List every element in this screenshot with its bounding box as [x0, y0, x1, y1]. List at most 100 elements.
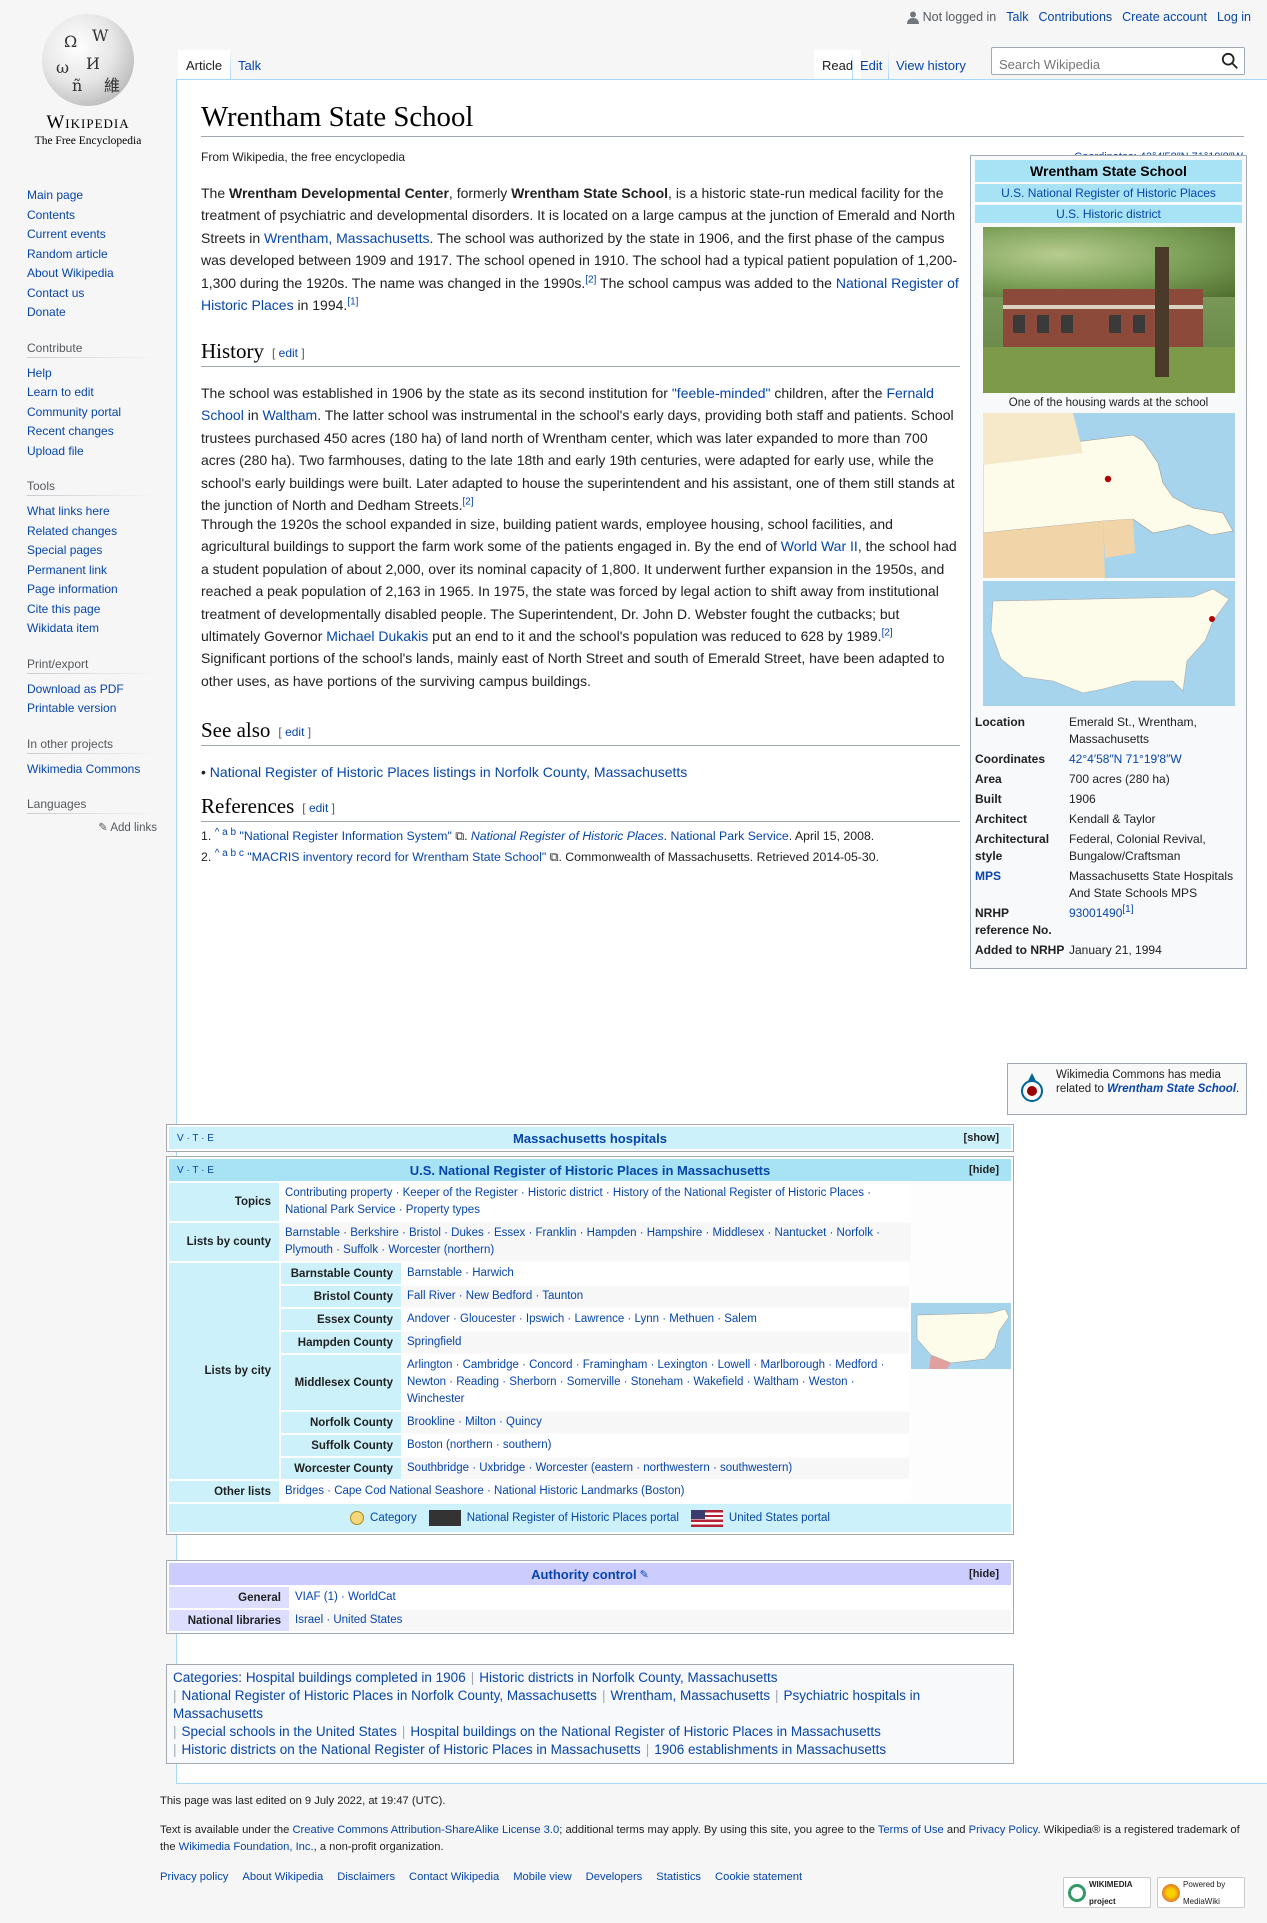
- tab-talk[interactable]: Talk: [230, 50, 270, 80]
- infobox-historic-district[interactable]: U.S. Historic district: [975, 205, 1242, 223]
- world-war-ii-link[interactable]: World War II: [781, 538, 858, 554]
- authority-national: National libraries Israel · United State…: [169, 1610, 1011, 1631]
- nrhp-ref-link[interactable]: 93001490: [1069, 906, 1122, 920]
- contributions-link[interactable]: Contributions: [1039, 10, 1113, 24]
- tab-article[interactable]: Article: [178, 50, 231, 80]
- category-item[interactable]: Historic districts in Norfolk County, Ma…: [479, 1670, 777, 1685]
- michael-dukakis-link[interactable]: Michael Dukakis: [326, 628, 428, 644]
- category-link[interactable]: Category: [370, 1512, 417, 1524]
- sidebar-item-donate[interactable]: Donate: [27, 305, 66, 319]
- mediawiki-badge[interactable]: Powered by MediaWiki: [1157, 1877, 1245, 1908]
- not-logged-in: Not logged in: [906, 10, 996, 24]
- usa-locator-map[interactable]: [982, 581, 1235, 706]
- ref-2[interactable]: [2]: [462, 496, 473, 507]
- categories-label[interactable]: Categories: [173, 1670, 238, 1685]
- footer-link[interactable]: About Wikipedia: [242, 1869, 323, 1886]
- infobox-row: Coordinates 42°4′58″N 71°19′8″W: [975, 752, 1182, 766]
- infobox-row: Added to NRHP January 21, 1994: [975, 943, 1162, 957]
- sidebar-item-random-article[interactable]: Random article: [27, 247, 108, 261]
- footer-link[interactable]: Statistics: [656, 1869, 701, 1886]
- sidebar-item-related-changes[interactable]: Related changes: [27, 524, 117, 538]
- sidebar-item-learn-to-edit[interactable]: Learn to edit: [27, 385, 94, 399]
- ref-2[interactable]: [2]: [585, 274, 596, 285]
- wrentham-link[interactable]: Wrentham, Massachusetts: [264, 230, 429, 246]
- sidebar-item-permanent-link[interactable]: Permanent link: [27, 563, 107, 577]
- sidebar-item-recent-changes[interactable]: Recent changes: [27, 424, 114, 438]
- commons-link[interactable]: Wrentham State School: [1107, 1083, 1236, 1095]
- sidebar-item-page-information[interactable]: Page information: [27, 582, 118, 596]
- hide-toggle[interactable]: [hide]: [969, 1568, 999, 1580]
- wikimedia-badge[interactable]: WIKIMEDIA project: [1063, 1877, 1151, 1908]
- sidebar-item-what-links-here[interactable]: What links here: [27, 504, 110, 518]
- footer-link[interactable]: Cookie statement: [715, 1869, 802, 1886]
- infobox-row: Architect Kendall & Taylor: [975, 812, 1156, 826]
- sidebar-item-about[interactable]: About Wikipedia: [27, 266, 114, 280]
- see-also-edit-link[interactable]: edit: [285, 725, 304, 739]
- navbox-title: V · T · E Massachusetts hospitals [show]: [169, 1127, 1011, 1149]
- sidebar-item-cite-this-page[interactable]: Cite this page: [27, 602, 100, 616]
- hide-toggle[interactable]: [hide]: [969, 1164, 999, 1176]
- sidebar-item-download-pdf[interactable]: Download as PDF: [27, 682, 124, 696]
- ref-2[interactable]: [2]: [882, 627, 893, 638]
- sidebar-item-contact[interactable]: Contact us: [27, 286, 84, 300]
- sidebar-item-upload-file[interactable]: Upload file: [27, 444, 84, 458]
- history-heading: History[ edit ]: [201, 339, 960, 367]
- footer-link[interactable]: Disclaimers: [337, 1869, 395, 1886]
- log-in-link[interactable]: Log in: [1217, 10, 1251, 24]
- nrhp-portal-link[interactable]: National Register of Historic Places por…: [467, 1512, 679, 1524]
- navbox-row-counties: Lists by county Barnstable · Berkshire ·…: [169, 1223, 1011, 1261]
- vte-links[interactable]: V · T · E: [177, 1165, 214, 1176]
- waltham-link[interactable]: Waltham: [263, 407, 318, 423]
- sidebar-item-wikidata-item[interactable]: Wikidata item: [27, 621, 99, 635]
- wikimedia-logo-icon: [1068, 1883, 1086, 1902]
- infobox-nrhp[interactable]: U.S. National Register of Historic Place…: [975, 184, 1242, 202]
- authority-control: Authority control ✎ [hide] General VIAF (…: [166, 1560, 1014, 1634]
- usa-map-thumbnail[interactable]: [911, 1303, 1011, 1369]
- category-item[interactable]: Hospital buildings completed in 1906: [246, 1670, 466, 1685]
- category-item[interactable]: Historic districts on the National Regis…: [182, 1742, 641, 1757]
- category-item[interactable]: Special schools in the United States: [182, 1724, 397, 1739]
- footer-link[interactable]: Privacy policy: [160, 1869, 228, 1886]
- sidebar-item-special-pages[interactable]: Special pages: [27, 543, 102, 557]
- sidebar-item-main-page[interactable]: Main page: [27, 188, 83, 202]
- sidebar-item-community-portal[interactable]: Community portal: [27, 405, 121, 419]
- talk-link[interactable]: Talk: [1006, 10, 1028, 24]
- show-toggle[interactable]: [show]: [964, 1132, 999, 1144]
- history-edit-link[interactable]: edit: [279, 346, 298, 360]
- category-item[interactable]: Wrentham, Massachusetts: [610, 1688, 770, 1703]
- infobox-photo[interactable]: [982, 227, 1235, 393]
- us-portal-link[interactable]: United States portal: [729, 1512, 830, 1524]
- footer-link[interactable]: Contact Wikipedia: [409, 1869, 499, 1886]
- edit-pencil-icon[interactable]: ✎: [640, 1568, 649, 1581]
- category-item[interactable]: Hospital buildings on the National Regis…: [410, 1724, 880, 1739]
- sidebar-contribute: Contribute Help Learn to edit Community …: [27, 340, 157, 462]
- sidebar-item-help[interactable]: Help: [27, 366, 52, 380]
- footer-link[interactable]: Developers: [586, 1869, 643, 1886]
- massachusetts-locator-map[interactable]: [982, 413, 1235, 578]
- sidebar-item-printable-version[interactable]: Printable version: [27, 701, 116, 715]
- wikipedia-logo[interactable]: ΩWωИñ維 Wikipedia The Free Encyclopedia: [22, 14, 154, 147]
- vte-links[interactable]: V · T · E: [177, 1133, 214, 1144]
- category-item[interactable]: 1906 establishments in Massachusetts: [654, 1742, 886, 1757]
- sidebar-languages: Languages ✎ Add links: [27, 797, 157, 834]
- add-links[interactable]: ✎ Add links: [27, 820, 157, 834]
- search-icon[interactable]: [1221, 52, 1239, 70]
- commons-box: Wikimedia Commons has media related to W…: [1007, 1063, 1247, 1115]
- tab-view-history[interactable]: View history: [888, 50, 974, 80]
- ref-1[interactable]: [1]: [1122, 904, 1133, 915]
- ref-1[interactable]: [1]: [347, 296, 358, 307]
- footer-link[interactable]: Mobile view: [513, 1869, 571, 1886]
- search-input[interactable]: [991, 47, 1245, 75]
- sidebar-item-contents[interactable]: Contents: [27, 208, 75, 222]
- navbox-portals: Category National Register of Historic P…: [169, 1504, 1011, 1532]
- infobox-row: Location Emerald St., Wrentham, Massachus…: [975, 715, 1197, 746]
- create-account-link[interactable]: Create account: [1122, 10, 1207, 24]
- category-item[interactable]: National Register of Historic Places in …: [182, 1688, 597, 1703]
- sidebar-item-wikimedia-commons[interactable]: Wikimedia Commons: [27, 762, 140, 776]
- tab-edit[interactable]: Edit: [852, 50, 891, 80]
- license-text: Text is available under the Creative Com…: [160, 1824, 1240, 1853]
- references-edit-link[interactable]: edit: [309, 801, 328, 815]
- see-also-item[interactable]: National Register of Historic Places lis…: [210, 764, 687, 780]
- feeble-minded-link[interactable]: "feeble-minded": [672, 385, 771, 401]
- sidebar-item-current-events[interactable]: Current events: [27, 227, 106, 241]
